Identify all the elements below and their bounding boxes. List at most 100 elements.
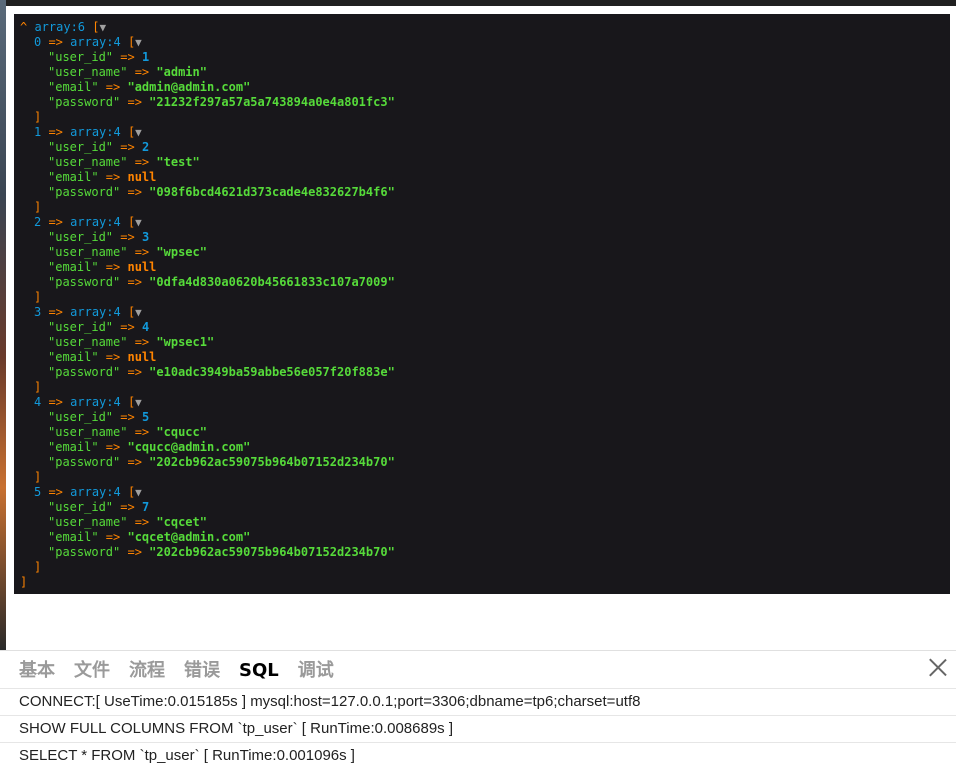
tab-files[interactable]: 文件 <box>74 659 110 687</box>
field-key: "user_id" <box>48 50 114 64</box>
collapse-toggle-icon[interactable]: ▼ <box>99 21 106 34</box>
dump-item-header: 2 => array:4 [▼ <box>20 215 950 230</box>
collapse-toggle-icon[interactable]: ▼ <box>135 36 142 49</box>
field-value: "wpsec1" <box>156 335 215 349</box>
tab-sql[interactable]: SQL <box>239 659 279 687</box>
dump-item-close: ] <box>34 470 42 484</box>
root-array-note: array:6 <box>34 20 86 34</box>
arrow: => <box>127 515 157 529</box>
field-key: "user_id" <box>48 320 114 334</box>
dump-field-user-id: "user_id" => 2 <box>20 140 950 155</box>
field-value: "cqucc" <box>156 425 207 439</box>
field-value: null <box>127 170 157 184</box>
dump-items: 0 => array:4 [▼ "user_id" => 1 "user_name"… <box>20 35 950 575</box>
field-key: "email" <box>48 530 99 544</box>
debug-tabs: 基本 文件 流程 错误 SQL 调试 <box>19 659 353 687</box>
dump-field-password: "password" => "202cb962ac59075b964b07152… <box>20 545 950 560</box>
dump-field-user-name: "user_name" => "cqcet" <box>20 515 950 530</box>
arrow: => <box>127 245 157 259</box>
arrow: => <box>120 275 150 289</box>
field-key: "password" <box>48 95 121 109</box>
dump-item-header: 0 => array:4 [▼ <box>20 35 950 50</box>
dump-field-email: "email" => "admin@admin.com" <box>20 80 950 95</box>
debug-trace-panel: 基本 文件 流程 错误 SQL 调试 CONNECT:[ UseTime:0.0… <box>0 650 956 768</box>
arrow: => <box>41 125 71 139</box>
field-value: "cqcet@admin.com" <box>127 530 251 544</box>
sql-log-row: SELECT * FROM `tp_user` [ RunTime:0.0010… <box>0 742 956 769</box>
tab-flow[interactable]: 流程 <box>129 659 165 687</box>
arrow: => <box>120 365 150 379</box>
collapse-toggle-icon[interactable]: ▼ <box>135 306 142 319</box>
field-key: "email" <box>48 260 99 274</box>
dump-item-header: 5 => array:4 [▼ <box>20 485 950 500</box>
field-key: "user_id" <box>48 410 114 424</box>
dump-field-user-id: "user_id" => 7 <box>20 500 950 515</box>
arrow: => <box>113 500 142 514</box>
dump-item-header: 4 => array:4 [▼ <box>20 395 950 410</box>
arrow: => <box>120 455 150 469</box>
field-value: null <box>127 260 157 274</box>
field-key: "user_name" <box>48 155 128 169</box>
dump-item-close: ] <box>34 200 42 214</box>
dump-field-email: "email" => null <box>20 260 950 275</box>
dump-field-email: "email" => "cqucc@admin.com" <box>20 440 950 455</box>
dump-field-password: "password" => "21232f297a57a5a743894a0e4… <box>20 95 950 110</box>
tab-debug[interactable]: 调试 <box>298 659 334 687</box>
bracket-open: [ <box>120 305 136 319</box>
field-key: "email" <box>48 350 99 364</box>
field-key: "password" <box>48 545 121 559</box>
field-key: "password" <box>48 185 121 199</box>
arrow: => <box>113 140 142 154</box>
arrow: => <box>120 95 150 109</box>
close-icon[interactable] <box>928 657 948 677</box>
arrow: => <box>113 320 142 334</box>
arrow: => <box>98 350 128 364</box>
field-value: "0dfa4d830a0620b45661833c107a7009" <box>149 275 395 289</box>
dump-root-close: ] <box>20 575 28 589</box>
field-value: 5 <box>141 410 150 424</box>
field-value: "admin" <box>156 65 207 79</box>
arrow: => <box>98 170 128 184</box>
arrow: => <box>113 230 142 244</box>
dump-field-user-name: "user_name" => "wpsec" <box>20 245 950 260</box>
arrow: => <box>41 395 71 409</box>
dump-item-close: ] <box>34 560 42 574</box>
collapse-toggle-icon[interactable]: ▼ <box>135 126 142 139</box>
collapse-toggle-icon[interactable]: ▼ <box>135 396 142 409</box>
field-key: "user_name" <box>48 515 128 529</box>
sql-log-list: CONNECT:[ UseTime:0.015185s ] mysql:host… <box>0 688 956 769</box>
dump-field-user-name: "user_name" => "admin" <box>20 65 950 80</box>
field-value: 2 <box>141 140 150 154</box>
arrow: => <box>120 185 150 199</box>
field-value: "202cb962ac59075b964b07152d234b70" <box>149 545 395 559</box>
arrow: => <box>98 530 128 544</box>
dump-field-user-id: "user_id" => 5 <box>20 410 950 425</box>
field-key: "password" <box>48 365 121 379</box>
item-array-note: array:4 <box>70 215 121 229</box>
field-key: "email" <box>48 170 99 184</box>
field-key: "user_id" <box>48 500 114 514</box>
dump-field-user-name: "user_name" => "cqucc" <box>20 425 950 440</box>
dump-field-password: "password" => "0dfa4d830a0620b45661833c1… <box>20 275 950 290</box>
field-value: 4 <box>141 320 150 334</box>
field-value: "wpsec" <box>156 245 207 259</box>
item-array-note: array:4 <box>70 305 121 319</box>
sql-log-row: CONNECT:[ UseTime:0.015185s ] mysql:host… <box>0 688 956 715</box>
dump-field-user-id: "user_id" => 3 <box>20 230 950 245</box>
field-value: "cqcet" <box>156 515 207 529</box>
arrow: => <box>127 425 157 439</box>
field-value: "21232f297a57a5a743894a0e4a801fc3" <box>149 95 395 109</box>
field-key: "user_name" <box>48 425 128 439</box>
field-key: "user_id" <box>48 140 114 154</box>
field-value: 1 <box>141 50 150 64</box>
arrow: => <box>41 35 71 49</box>
dump-field-user-id: "user_id" => 4 <box>20 320 950 335</box>
collapse-toggle-icon[interactable]: ▼ <box>135 486 142 499</box>
arrow: => <box>41 305 71 319</box>
dump-field-user-name: "user_name" => "test" <box>20 155 950 170</box>
collapse-toggle-icon[interactable]: ▼ <box>135 216 142 229</box>
item-array-note: array:4 <box>70 485 121 499</box>
tab-errors[interactable]: 错误 <box>184 659 220 687</box>
tab-basic[interactable]: 基本 <box>19 659 55 687</box>
arrow: => <box>127 65 157 79</box>
